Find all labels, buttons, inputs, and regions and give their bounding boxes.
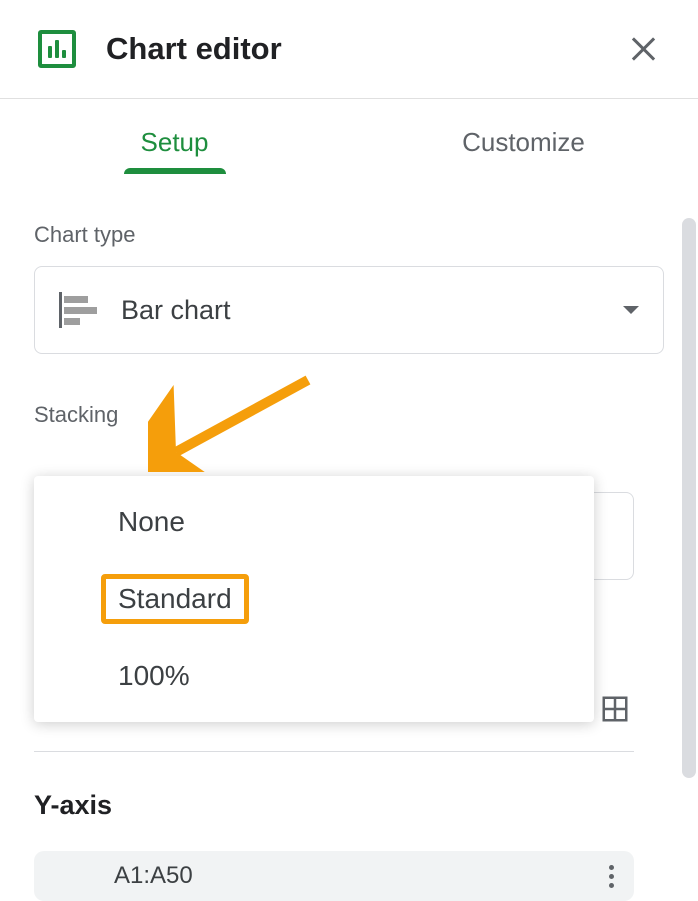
- setup-content: Chart type Bar chart Stacking: [0, 222, 698, 428]
- tabs: Setup Customize: [0, 99, 698, 174]
- stacking-dropdown: None Standard 100%: [34, 476, 594, 722]
- stacking-label: Stacking: [34, 402, 664, 428]
- y-axis-chip[interactable]: A1:A50: [34, 851, 634, 901]
- stacking-option-standard[interactable]: Standard: [34, 556, 594, 642]
- stacking-option-none[interactable]: None: [34, 488, 594, 556]
- select-range-icon[interactable]: [600, 694, 630, 724]
- chart-editor-icon: [38, 30, 76, 68]
- tab-setup[interactable]: Setup: [0, 127, 349, 174]
- close-icon[interactable]: [630, 36, 656, 62]
- y-axis-section: Y-axis A1:A50: [34, 790, 634, 901]
- stacking-option-100[interactable]: 100%: [34, 642, 594, 710]
- panel-title: Chart editor: [106, 31, 630, 67]
- annotation-highlight: Standard: [101, 574, 249, 624]
- tab-customize[interactable]: Customize: [349, 127, 698, 174]
- chart-type-select[interactable]: Bar chart: [34, 266, 664, 354]
- more-icon[interactable]: [609, 865, 614, 888]
- chevron-down-icon: [623, 306, 639, 314]
- chart-editor-panel: Chart editor Setup Customize Chart type …: [0, 0, 698, 888]
- scrollbar[interactable]: [682, 218, 696, 778]
- panel-header: Chart editor: [0, 0, 698, 99]
- chart-type-value: Bar chart: [121, 295, 623, 326]
- bar-chart-icon: [59, 296, 95, 324]
- y-axis-title: Y-axis: [34, 790, 634, 821]
- chart-type-label: Chart type: [34, 222, 664, 248]
- y-axis-range: A1:A50: [114, 862, 193, 890]
